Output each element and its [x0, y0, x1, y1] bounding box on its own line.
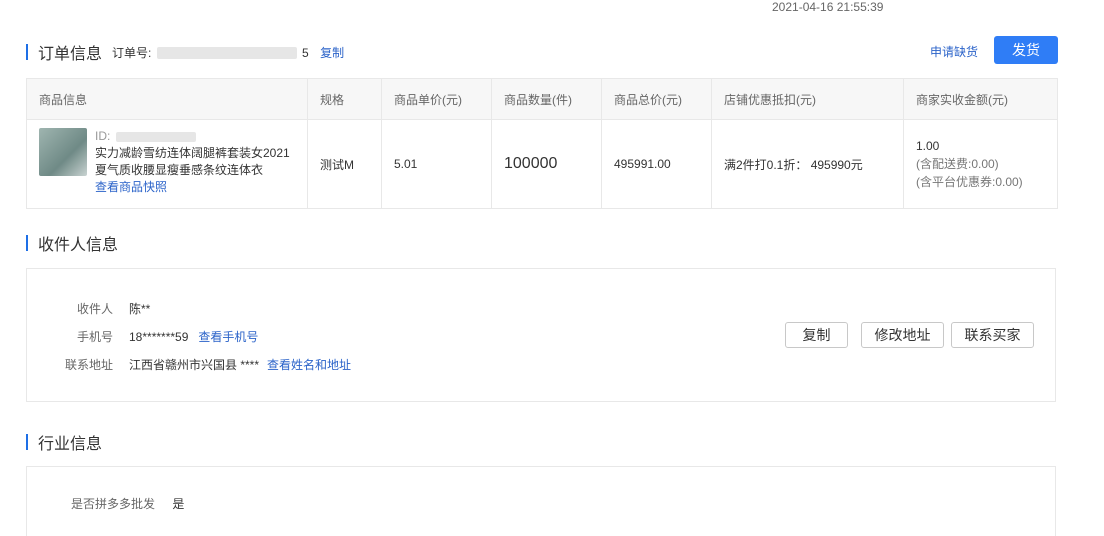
header-quantity: 商品数量(件) — [492, 79, 602, 119]
header-received: 商家实收金额(元) — [916, 92, 1008, 107]
quantity-cell: 100000 — [492, 120, 602, 208]
order-number-suffix: 5 — [302, 45, 309, 60]
receiver-address-row: 联系地址 江西省赣州市兴国县 **** 查看姓名和地址 — [35, 356, 351, 373]
shipping-fee-note: (含配送费:0.00) — [916, 157, 999, 171]
apply-shortage-link[interactable]: 申请缺货 — [930, 43, 978, 60]
received-amount: 1.00 — [916, 139, 940, 153]
header-unit-price: 商品单价(元) — [382, 79, 492, 119]
copy-order-link[interactable]: 复制 — [320, 46, 344, 60]
header-discount: 店铺优惠抵扣(元) — [712, 79, 904, 119]
contact-buyer-button[interactable]: 联系买家 — [951, 322, 1034, 348]
wholesale-label: 是否拼多多批发 — [71, 497, 156, 511]
receiver-name-value: 陈** — [129, 302, 151, 316]
receiver-address-label: 联系地址 — [64, 358, 113, 372]
platform-coupon-note: (含平台优惠券:0.00) — [916, 175, 1023, 189]
table-header: 商品信息 规格 商品单价(元) 商品数量(件) 商品总价(元) 店铺优惠抵扣(元… — [27, 79, 1057, 119]
header-spec: 规格 — [308, 79, 382, 119]
receiver-address-value: 江西省赣州市兴国县 **** — [129, 358, 260, 372]
industry-section-title: 行业信息 — [38, 436, 103, 453]
section-bar — [26, 44, 28, 60]
timestamp: 2021-04-16 21:55:39 — [772, 0, 884, 14]
order-section-title: 订单信息 — [38, 46, 103, 63]
section-bar — [26, 434, 28, 450]
order-number-label: 订单号: — [112, 45, 152, 60]
total-price-cell: 495991.00 — [602, 120, 712, 208]
spec-cell: 测试M — [308, 120, 382, 208]
product-name-line2: 夏气质收腰显瘦垂感条纹连体衣 — [95, 163, 264, 177]
discount-cell: 满2件打0.1折： 495990元 — [712, 120, 904, 208]
header-total-price: 商品总价(元) — [602, 79, 712, 119]
product-id-masked — [115, 131, 196, 142]
view-phone-link[interactable]: 查看手机号 — [198, 328, 258, 345]
product-thumbnail[interactable] — [39, 128, 87, 176]
product-name-line1: 实力减龄雪纺连体阔腿裤套装女2021 — [95, 146, 290, 160]
received-cell: 1.00 (含配送费:0.00) (含平台优惠券:0.00) — [904, 120, 1057, 208]
ship-button[interactable]: 发货 — [994, 36, 1058, 64]
order-number-masked — [156, 47, 297, 60]
edit-address-button[interactable]: 修改地址 — [861, 322, 944, 348]
receiver-section-title: 收件人信息 — [38, 237, 119, 254]
table-row: ID: 实力减龄雪纺连体阔腿裤套装女2021 夏气质收腰显瘦垂感条纹连体衣 查看… — [27, 119, 1057, 208]
receiver-phone-label: 手机号 — [76, 330, 113, 344]
product-text: ID: 实力减龄雪纺连体阔腿裤套装女2021 夏气质收腰显瘦垂感条纹连体衣 查看… — [95, 128, 290, 196]
product-id-label: ID: — [95, 129, 111, 143]
product-info-cell: ID: 实力减龄雪纺连体阔腿裤套装女2021 夏气质收腰显瘦垂感条纹连体衣 查看… — [27, 120, 308, 208]
header-product-info: 商品信息 — [27, 79, 308, 119]
receiver-name-label: 收件人 — [76, 302, 113, 316]
receiver-phone-value: 18*******59 — [129, 329, 189, 344]
product-table: 商品信息 规格 商品单价(元) 商品数量(件) 商品总价(元) 店铺优惠抵扣(元… — [26, 78, 1058, 209]
wholesale-row: 是否拼多多批发 是 — [71, 495, 184, 512]
receiver-name-row: 收件人 陈** — [35, 300, 150, 317]
industry-card: 是否拼多多批发 是 — [26, 466, 1056, 536]
receiver-section-header: 收件人信息 — [26, 231, 118, 255]
industry-section-header: 行业信息 — [26, 430, 102, 454]
copy-receiver-button[interactable]: 复制 — [785, 322, 848, 348]
view-snapshot-link[interactable]: 查看商品快照 — [95, 179, 290, 196]
order-number: 订单号: 5 复制 — [112, 44, 344, 61]
receiver-card: 收件人 陈** 手机号 18*******59 查看手机号 联系地址 江西省赣州… — [26, 268, 1056, 402]
order-section-header: 订单信息 订单号: 5 复制 — [26, 40, 344, 64]
wholesale-value: 是 — [172, 497, 185, 511]
receiver-phone-row: 手机号 18*******59 查看手机号 — [35, 328, 258, 345]
section-bar — [26, 235, 28, 251]
view-name-address-link[interactable]: 查看姓名和地址 — [267, 356, 351, 373]
unit-price-cell: 5.01 — [382, 120, 492, 208]
